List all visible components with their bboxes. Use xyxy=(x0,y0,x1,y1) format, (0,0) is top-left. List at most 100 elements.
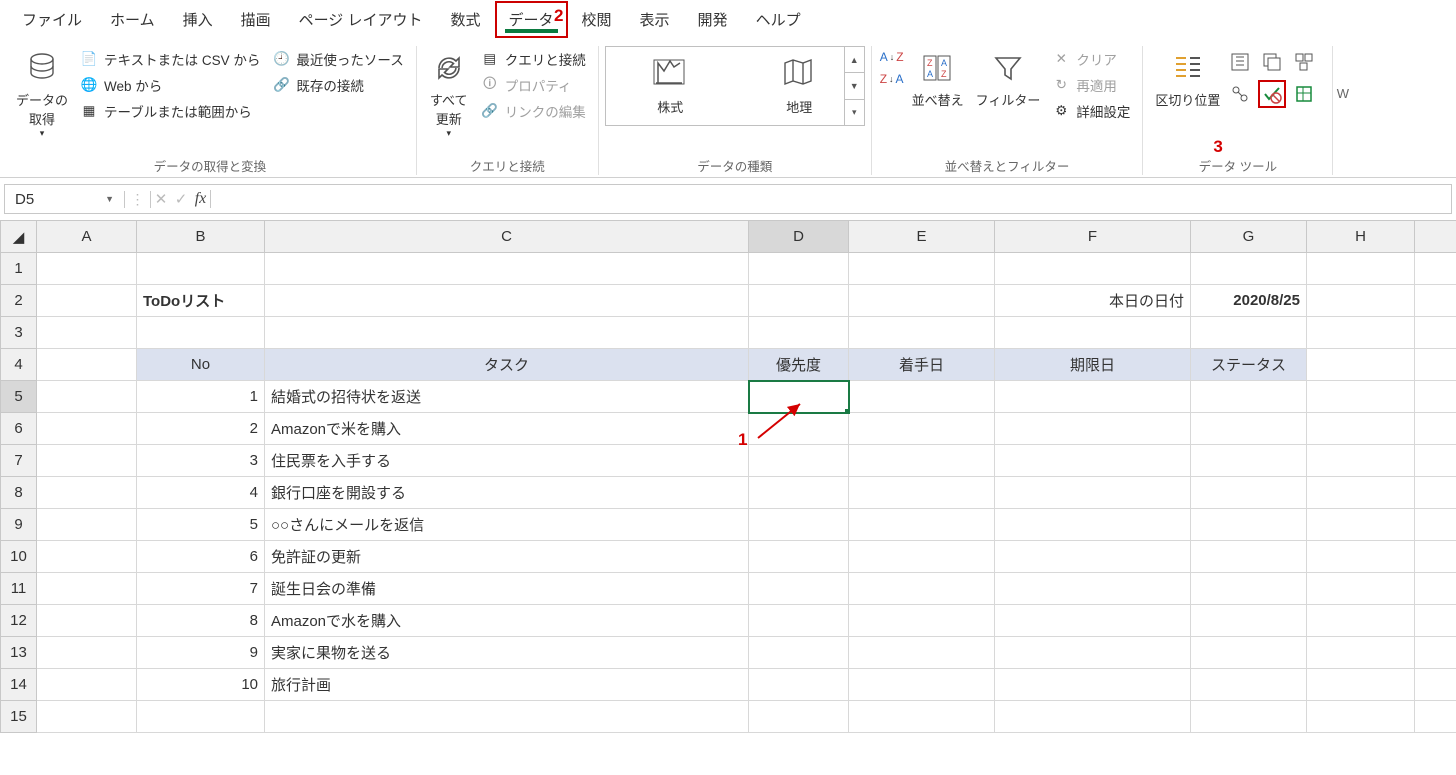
from-table-range-button[interactable]: ▦ テーブルまたは範囲から xyxy=(78,100,262,122)
cell[interactable] xyxy=(749,317,849,349)
gallery-up-button[interactable]: ▲ xyxy=(845,47,864,73)
remove-duplicates-button[interactable] xyxy=(1258,48,1286,76)
cell[interactable] xyxy=(37,381,137,413)
cell[interactable] xyxy=(1191,701,1307,733)
cell[interactable] xyxy=(1307,637,1415,669)
cell[interactable] xyxy=(37,573,137,605)
col-header-E[interactable]: E xyxy=(849,221,995,253)
cell[interactable] xyxy=(1307,573,1415,605)
cell[interactable] xyxy=(1191,573,1307,605)
cell-no[interactable]: 9 xyxy=(137,637,265,669)
row-header[interactable]: 1 xyxy=(1,253,37,285)
cell[interactable] xyxy=(995,541,1191,573)
row-header[interactable]: 2 xyxy=(1,285,37,317)
cell[interactable] xyxy=(1415,605,1456,637)
cell-D5[interactable] xyxy=(749,381,849,413)
cancel-formula-button[interactable]: ✕ xyxy=(155,190,168,208)
cell[interactable] xyxy=(1307,253,1415,285)
col-header-I[interactable]: I xyxy=(1415,221,1456,253)
refresh-all-button[interactable]: すべて 更新 ▾ xyxy=(423,46,475,141)
cell[interactable] xyxy=(849,285,995,317)
cell-no[interactable]: 4 xyxy=(137,477,265,509)
cell[interactable] xyxy=(995,605,1191,637)
col-header-F[interactable]: F xyxy=(995,221,1191,253)
cell[interactable] xyxy=(37,509,137,541)
cell[interactable] xyxy=(37,413,137,445)
cell[interactable] xyxy=(1415,669,1456,701)
cell-hdr-due[interactable]: 期限日 xyxy=(995,349,1191,381)
cell[interactable] xyxy=(37,253,137,285)
cell-hdr-status[interactable]: ステータス xyxy=(1191,349,1307,381)
cell[interactable] xyxy=(1191,509,1307,541)
cell-task[interactable]: 銀行口座を開設する xyxy=(265,477,749,509)
cell[interactable] xyxy=(37,701,137,733)
gallery-more-button[interactable]: ▾ xyxy=(845,100,864,125)
consolidate-button[interactable] xyxy=(1290,48,1318,76)
cell-no[interactable]: 7 xyxy=(137,573,265,605)
row-header[interactable]: 11 xyxy=(1,573,37,605)
cell[interactable] xyxy=(749,253,849,285)
cell[interactable] xyxy=(995,637,1191,669)
cell-no[interactable]: 3 xyxy=(137,445,265,477)
cell-task[interactable]: 免許証の更新 xyxy=(265,541,749,573)
cell[interactable] xyxy=(1191,445,1307,477)
cell[interactable] xyxy=(995,509,1191,541)
stocks-button[interactable]: 株式 xyxy=(652,57,688,116)
row-header[interactable]: 9 xyxy=(1,509,37,541)
queries-connections-button[interactable]: ▤ クエリと接続 xyxy=(479,48,588,70)
sort-az-button[interactable]: A↓Z xyxy=(880,50,904,64)
menu-file[interactable]: ファイル xyxy=(8,1,96,38)
cell[interactable] xyxy=(1415,349,1456,381)
cell-task[interactable]: 住民票を入手する xyxy=(265,445,749,477)
cell[interactable] xyxy=(849,509,995,541)
cell-today-label[interactable]: 本日の日付 xyxy=(995,285,1191,317)
cell[interactable] xyxy=(995,253,1191,285)
cell-task[interactable]: ○○さんにメールを返信 xyxy=(265,509,749,541)
cell[interactable] xyxy=(749,285,849,317)
row-header[interactable]: 6 xyxy=(1,413,37,445)
cell-today[interactable]: 2020/8/25 xyxy=(1191,285,1307,317)
menu-formulas[interactable]: 数式 xyxy=(436,1,494,38)
relationships-button[interactable] xyxy=(1226,80,1254,108)
menu-pagelayout[interactable]: ページ レイアウト xyxy=(285,1,437,38)
menu-data[interactable]: データ xyxy=(495,1,568,38)
enter-formula-button[interactable]: ✓ xyxy=(175,190,188,208)
cell[interactable] xyxy=(849,477,995,509)
cell-task[interactable]: 実家に果物を送る xyxy=(265,637,749,669)
cell[interactable] xyxy=(1415,253,1456,285)
sort-za-button[interactable]: Z↓A xyxy=(880,72,904,86)
col-header-H[interactable]: H xyxy=(1307,221,1415,253)
cell[interactable] xyxy=(1415,317,1456,349)
cell[interactable] xyxy=(849,701,995,733)
cell[interactable] xyxy=(995,413,1191,445)
cell-hdr-task[interactable]: タスク xyxy=(265,349,749,381)
cell[interactable] xyxy=(1307,701,1415,733)
cell[interactable] xyxy=(37,317,137,349)
cell[interactable] xyxy=(1307,413,1415,445)
cell[interactable] xyxy=(1191,253,1307,285)
cell[interactable] xyxy=(849,445,995,477)
insert-function-button[interactable]: fx xyxy=(195,190,207,208)
cell[interactable] xyxy=(1191,477,1307,509)
cell[interactable] xyxy=(1307,445,1415,477)
cell[interactable] xyxy=(1307,317,1415,349)
properties-button[interactable]: 🛈 プロパティ xyxy=(479,74,588,96)
cell[interactable] xyxy=(849,381,995,413)
cell[interactable] xyxy=(265,285,749,317)
cell-hdr-no[interactable]: No xyxy=(137,349,265,381)
col-header-G[interactable]: G xyxy=(1191,221,1307,253)
gallery-down-button[interactable]: ▼ xyxy=(845,73,864,99)
cell[interactable] xyxy=(849,637,995,669)
cell[interactable] xyxy=(1191,317,1307,349)
cell[interactable] xyxy=(995,669,1191,701)
cell-task[interactable]: 結婚式の招待状を返送 xyxy=(265,381,749,413)
cell-no[interactable]: 5 xyxy=(137,509,265,541)
cell[interactable] xyxy=(1307,605,1415,637)
cell[interactable] xyxy=(265,253,749,285)
cell[interactable] xyxy=(1191,669,1307,701)
cell-hdr-start[interactable]: 着手日 xyxy=(849,349,995,381)
cell[interactable] xyxy=(995,317,1191,349)
row-header[interactable]: 12 xyxy=(1,605,37,637)
cell[interactable] xyxy=(37,349,137,381)
cell[interactable] xyxy=(265,701,749,733)
